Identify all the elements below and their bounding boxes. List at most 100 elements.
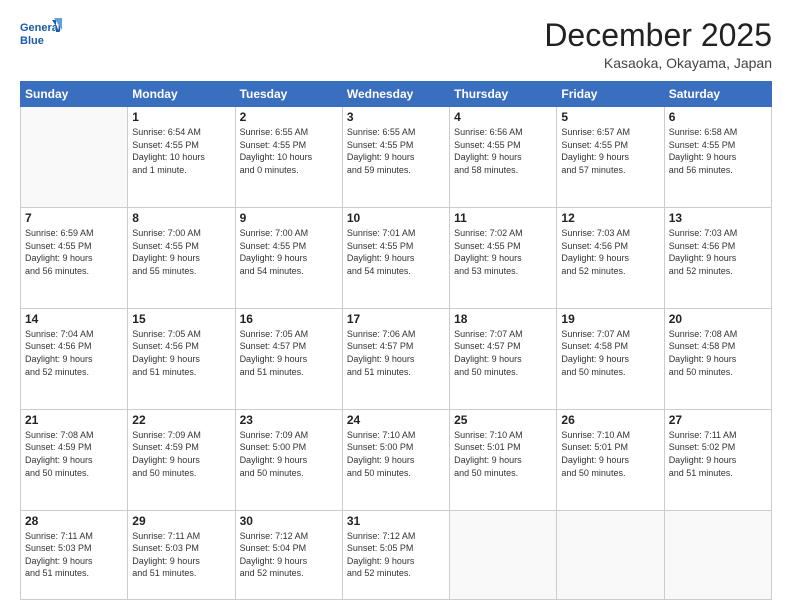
day-number: 31: [347, 514, 445, 528]
day-number: 17: [347, 312, 445, 326]
day-info: Sunrise: 7:03 AMSunset: 4:56 PMDaylight:…: [561, 227, 659, 277]
calendar-table: SundayMondayTuesdayWednesdayThursdayFrid…: [20, 81, 772, 600]
calendar-cell: 3Sunrise: 6:55 AMSunset: 4:55 PMDaylight…: [342, 107, 449, 208]
day-number: 2: [240, 110, 338, 124]
day-info: Sunrise: 6:54 AMSunset: 4:55 PMDaylight:…: [132, 126, 230, 176]
day-number: 26: [561, 413, 659, 427]
calendar-cell: 30 Sunrise: 7:12 AMSunset: 5:04 PMDayligh…: [235, 510, 342, 599]
calendar-cell: 24 Sunrise: 7:10 AMSunset: 5:00 PMDayligh…: [342, 409, 449, 510]
day-number: 11: [454, 211, 552, 225]
day-info: Sunrise: 6:56 AMSunset: 4:55 PMDaylight:…: [454, 126, 552, 176]
day-info: Sunrise: 7:10 AMSunset: 5:01 PMDaylight:…: [561, 429, 659, 479]
day-number: 29: [132, 514, 230, 528]
calendar-cell: 1 Sunrise: 6:54 AMSunset: 4:55 PMDaylight…: [128, 107, 235, 208]
day-number: 10: [347, 211, 445, 225]
calendar-cell: 9 Sunrise: 7:00 AMSunset: 4:55 PMDaylight…: [235, 208, 342, 309]
header: General Blue December 2025 Kasaoka, Okay…: [20, 18, 772, 71]
day-info: Sunrise: 7:03 AMSunset: 4:56 PMDaylight:…: [669, 227, 767, 277]
day-number: 4: [454, 110, 552, 124]
day-info: Sunrise: 7:04 AMSunset: 4:56 PMDaylight:…: [25, 328, 123, 378]
calendar-cell: 8Sunrise: 7:00 AMSunset: 4:55 PMDaylight…: [128, 208, 235, 309]
day-info: Sunrise: 6:58 AMSunset: 4:55 PMDaylight:…: [669, 126, 767, 176]
day-info: Sunrise: 7:05 AMSunset: 4:57 PMDaylight:…: [240, 328, 338, 378]
day-number: 16: [240, 312, 338, 326]
day-number: 12: [561, 211, 659, 225]
day-info: Sunrise: 7:08 AMSunset: 4:58 PMDaylight:…: [669, 328, 767, 378]
day-number: 27: [669, 413, 767, 427]
week-row-2: 7Sunrise: 6:59 AMSunset: 4:55 PMDaylight…: [21, 208, 772, 309]
day-number: 8: [132, 211, 230, 225]
calendar-cell: 11 Sunrise: 7:02 AMSunset: 4:55 PMDayligh…: [450, 208, 557, 309]
col-header-tuesday: Tuesday: [235, 82, 342, 107]
day-info: Sunrise: 6:55 AMSunset: 4:55 PMDaylight:…: [240, 126, 338, 176]
page: General Blue December 2025 Kasaoka, Okay…: [0, 0, 792, 612]
calendar-cell: 18 Sunrise: 7:07 AMSunset: 4:57 PMDayligh…: [450, 308, 557, 409]
calendar-cell: 28Sunrise: 7:11 AMSunset: 5:03 PMDayligh…: [21, 510, 128, 599]
week-row-3: 14 Sunrise: 7:04 AMSunset: 4:56 PMDayligh…: [21, 308, 772, 409]
day-info: Sunrise: 7:12 AMSunset: 5:04 PMDaylight:…: [240, 530, 338, 580]
day-number: 22: [132, 413, 230, 427]
week-row-1: 1 Sunrise: 6:54 AMSunset: 4:55 PMDaylight…: [21, 107, 772, 208]
day-number: 28: [25, 514, 123, 528]
day-number: 20: [669, 312, 767, 326]
calendar-cell: [664, 510, 771, 599]
day-info: Sunrise: 7:05 AMSunset: 4:56 PMDaylight:…: [132, 328, 230, 378]
day-info: Sunrise: 7:08 AMSunset: 4:59 PMDaylight:…: [25, 429, 123, 479]
day-info: Sunrise: 7:07 AMSunset: 4:58 PMDaylight:…: [561, 328, 659, 378]
day-info: Sunrise: 7:00 AMSunset: 4:55 PMDaylight:…: [240, 227, 338, 277]
week-row-4: 21Sunrise: 7:08 AMSunset: 4:59 PMDayligh…: [21, 409, 772, 510]
col-header-wednesday: Wednesday: [342, 82, 449, 107]
day-number: 9: [240, 211, 338, 225]
calendar-cell: [557, 510, 664, 599]
day-info: Sunrise: 7:10 AMSunset: 5:00 PMDaylight:…: [347, 429, 445, 479]
calendar-cell: [450, 510, 557, 599]
calendar-cell: 23 Sunrise: 7:09 AMSunset: 5:00 PMDayligh…: [235, 409, 342, 510]
calendar-cell: 10 Sunrise: 7:01 AMSunset: 4:55 PMDayligh…: [342, 208, 449, 309]
day-info: Sunrise: 6:55 AMSunset: 4:55 PMDaylight:…: [347, 126, 445, 176]
week-row-5: 28 Sunrise: 7:11 AMSunset: 5:03 PMDayligh…: [21, 510, 772, 599]
day-info: Sunrise: 7:10 AMSunset: 5:01 PMDaylight:…: [454, 429, 552, 479]
col-header-friday: Friday: [557, 82, 664, 107]
calendar-cell: 22 Sunrise: 7:09 AMSunset: 4:59 PMDayligh…: [128, 409, 235, 510]
day-info: Sunrise: 7:02 AMSunset: 4:55 PMDaylight:…: [454, 227, 552, 277]
logo-icon: General Blue: [20, 18, 64, 48]
logo: General Blue: [20, 18, 64, 48]
day-number: 13: [669, 211, 767, 225]
day-number: 25: [454, 413, 552, 427]
calendar-cell: 5Sunrise: 6:57 AMSunset: 4:55 PMDaylight…: [557, 107, 664, 208]
day-number: 1: [132, 110, 230, 124]
month-title: December 2025: [544, 18, 772, 53]
calendar-cell: 6Sunrise: 6:58 AMSunset: 4:55 PMDaylight…: [664, 107, 771, 208]
day-info: Sunrise: 7:01 AMSunset: 4:55 PMDaylight:…: [347, 227, 445, 277]
calendar-cell: 13 Sunrise: 7:03 AMSunset: 4:56 PMDayligh…: [664, 208, 771, 309]
day-number: 18: [454, 312, 552, 326]
calendar-cell: 4 Sunrise: 6:56 AMSunset: 4:55 PMDaylight…: [450, 107, 557, 208]
location: Kasaoka, Okayama, Japan: [544, 55, 772, 71]
calendar-cell: 15Sunrise: 7:05 AMSunset: 4:56 PMDayligh…: [128, 308, 235, 409]
col-header-thursday: Thursday: [450, 82, 557, 107]
calendar-cell: 16 Sunrise: 7:05 AMSunset: 4:57 PMDayligh…: [235, 308, 342, 409]
calendar-cell: 14 Sunrise: 7:04 AMSunset: 4:56 PMDayligh…: [21, 308, 128, 409]
col-header-monday: Monday: [128, 82, 235, 107]
day-number: 14: [25, 312, 123, 326]
day-number: 30: [240, 514, 338, 528]
calendar-cell: [21, 107, 128, 208]
calendar-cell: 12 Sunrise: 7:03 AMSunset: 4:56 PMDayligh…: [557, 208, 664, 309]
calendar-cell: 31 Sunrise: 7:12 AMSunset: 5:05 PMDayligh…: [342, 510, 449, 599]
calendar-header-row: SundayMondayTuesdayWednesdayThursdayFrid…: [21, 82, 772, 107]
day-number: 19: [561, 312, 659, 326]
calendar-cell: 19 Sunrise: 7:07 AMSunset: 4:58 PMDayligh…: [557, 308, 664, 409]
day-info: Sunrise: 7:09 AMSunset: 5:00 PMDaylight:…: [240, 429, 338, 479]
col-header-saturday: Saturday: [664, 82, 771, 107]
calendar-cell: 17Sunrise: 7:06 AMSunset: 4:57 PMDayligh…: [342, 308, 449, 409]
day-info: Sunrise: 7:12 AMSunset: 5:05 PMDaylight:…: [347, 530, 445, 580]
day-info: Sunrise: 7:11 AMSunset: 5:03 PMDaylight:…: [132, 530, 230, 580]
day-number: 24: [347, 413, 445, 427]
day-number: 23: [240, 413, 338, 427]
calendar-cell: 25 Sunrise: 7:10 AMSunset: 5:01 PMDayligh…: [450, 409, 557, 510]
day-number: 5: [561, 110, 659, 124]
day-info: Sunrise: 7:07 AMSunset: 4:57 PMDaylight:…: [454, 328, 552, 378]
calendar-cell: 29 Sunrise: 7:11 AMSunset: 5:03 PMDayligh…: [128, 510, 235, 599]
day-info: Sunrise: 7:09 AMSunset: 4:59 PMDaylight:…: [132, 429, 230, 479]
day-info: Sunrise: 6:59 AMSunset: 4:55 PMDaylight:…: [25, 227, 123, 277]
